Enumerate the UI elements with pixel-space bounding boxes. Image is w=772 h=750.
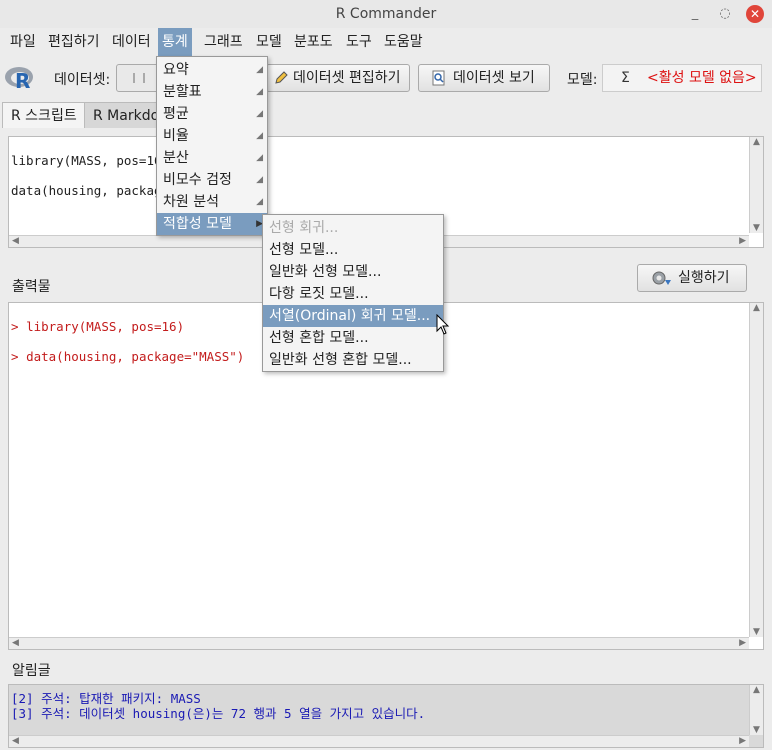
output-label: 출력물 xyxy=(12,279,51,295)
minimize-button[interactable]: _ xyxy=(686,5,704,23)
view-dataset-button[interactable]: 데이터셋 보기 xyxy=(418,64,550,92)
fit-menu-linear-model[interactable]: 선형 모델... xyxy=(263,239,443,261)
scroll-down-icon[interactable]: ▼ xyxy=(753,725,760,735)
stats-menu-proportions[interactable]: 비율 ◢ xyxy=(157,125,267,147)
scroll-right-icon[interactable]: ▶ xyxy=(739,236,746,246)
dataset-label: 데이터셋: xyxy=(54,72,111,88)
stats-menu-contingency-tables[interactable]: 분할표 ◢ xyxy=(157,81,267,103)
menu-distributions[interactable]: 분포도 xyxy=(290,28,337,56)
edit-dataset-button[interactable]: 데이터셋 편집하기 xyxy=(266,64,410,92)
stats-menu-variances[interactable]: 분산 ◢ xyxy=(157,147,267,169)
output-vertical-scrollbar[interactable]: ▲ ▼ xyxy=(749,303,763,637)
menu-help[interactable]: 도움말 xyxy=(380,28,427,56)
script-line: library(MASS, pos=16) xyxy=(11,153,170,168)
scroll-left-icon[interactable]: ◀ xyxy=(12,736,19,746)
fit-menu-generalized-linear-model[interactable]: 일반화 선형 모델... xyxy=(263,261,443,283)
mouse-cursor-icon xyxy=(436,314,450,335)
fit-menu-linear-regression: 선형 회귀... xyxy=(269,220,339,236)
statistics-menu: 요약 ◢ 분할표 ◢ 평균 ◢ 비율 ◢ 분산 ◢ 비모수 검정 ◢ 차원 분석 ◢ 적합성 … xyxy=(156,56,268,236)
fit-menu-generalized-linear-mixed-model[interactable]: 일반화 선형 혼합 모델... xyxy=(263,349,443,371)
scroll-left-icon[interactable]: ◀ xyxy=(12,638,19,648)
menu-graphs[interactable]: 그래프 xyxy=(200,28,247,56)
messages-pane[interactable]: [2] 주석: 탑재한 패키지: MASS [3] 주석: 데이터셋 housi… xyxy=(8,684,764,748)
window-title: R Commander xyxy=(335,6,437,22)
scroll-up-icon[interactable]: ▲ xyxy=(753,137,760,147)
edit-dataset-label: 데이터셋 편집하기 xyxy=(293,70,401,86)
fit-menu-multinomial-logit[interactable]: 다항 로짓 모델... xyxy=(263,283,443,305)
submenu-arrow-icon: ◢ xyxy=(256,197,263,207)
scroll-down-icon[interactable]: ▼ xyxy=(753,627,760,637)
submenu-arrow-icon: ◢ xyxy=(256,65,263,75)
restore-button[interactable]: ◌ xyxy=(716,5,734,23)
script-vertical-scrollbar[interactable]: ▲ ▼ xyxy=(749,137,763,233)
stats-menu-nonparametric[interactable]: 비모수 검정 ◢ xyxy=(157,169,267,191)
submenu-arrow-icon: ◢ xyxy=(256,175,263,185)
menu-statistics[interactable]: 통계 xyxy=(158,28,192,56)
submenu-arrow-icon: ◢ xyxy=(256,153,263,163)
script-line: data(housing, package xyxy=(11,183,170,198)
scroll-down-icon[interactable]: ▼ xyxy=(753,223,760,233)
sigma-icon: Σ xyxy=(621,70,630,86)
run-button[interactable]: 실행하기 xyxy=(637,264,747,292)
menu-bar: 파일 편집하기 데이터 통계 그래프 모델 분포도 도구 도움말 xyxy=(0,28,772,56)
model-label: 모델: xyxy=(567,72,598,88)
prompt-icon: > xyxy=(11,319,19,334)
r-logo-icon: R xyxy=(5,67,33,91)
scroll-up-icon[interactable]: ▲ xyxy=(753,685,760,695)
submenu-arrow-icon: ◢ xyxy=(256,131,263,141)
fit-menu-ordinal-regression[interactable]: 서열(Ordinal) 회귀 모델... xyxy=(263,305,443,327)
output-line: > library(MASS, pos=16) xyxy=(11,319,185,334)
prompt-icon: > xyxy=(11,349,19,364)
output-line: > data(housing, package="MASS") xyxy=(11,349,245,364)
view-dataset-label: 데이터셋 보기 xyxy=(453,70,535,86)
message-line: [3] 주석: 데이터셋 housing(은)는 72 행과 5 열을 가지고 … xyxy=(11,706,426,721)
stats-menu-dimensional-analysis[interactable]: 차원 분석 ◢ xyxy=(157,191,267,213)
title-bar: R Commander xyxy=(0,0,772,28)
toolbar: R 데이터셋: 데이터셋 편집하기 데이터셋 보기 모델: Σ <활성 모델 없… xyxy=(0,58,772,98)
stats-menu-summaries[interactable]: 요약 ◢ xyxy=(157,59,267,81)
output-horizontal-scrollbar[interactable]: ◀ ▶ xyxy=(9,637,749,649)
submenu-arrow-icon: ◢ xyxy=(256,109,263,119)
dataset-selector-icon xyxy=(133,73,145,83)
close-button[interactable]: ✕ xyxy=(746,5,764,23)
svg-text:R: R xyxy=(15,69,30,91)
gear-icon xyxy=(652,271,671,285)
scroll-up-icon[interactable]: ▲ xyxy=(753,303,760,313)
active-model-selector[interactable]: Σ <활성 모델 없음> xyxy=(602,64,762,92)
stats-menu-means[interactable]: 평균 ◢ xyxy=(157,103,267,125)
scroll-right-icon[interactable]: ▶ xyxy=(739,736,746,746)
submenu-arrow-icon: ◢ xyxy=(256,87,263,97)
messages-vertical-scrollbar[interactable]: ▲ ▼ xyxy=(749,685,763,735)
pencil-icon xyxy=(275,71,288,84)
scroll-right-icon[interactable]: ▶ xyxy=(739,638,746,648)
active-model-value: <활성 모델 없음> xyxy=(647,70,757,86)
scroll-left-icon[interactable]: ◀ xyxy=(12,236,19,246)
magnifier-icon xyxy=(432,70,445,86)
tab-r-script[interactable]: R 스크립트 xyxy=(2,102,86,128)
run-button-label: 실행하기 xyxy=(678,270,730,286)
dataset-selector[interactable] xyxy=(116,64,160,92)
fit-models-submenu: 선형 회귀... 선형 모델... 일반화 선형 모델... 다항 로짓 모델.… xyxy=(262,214,444,372)
fit-menu-linear-mixed-model[interactable]: 선형 혼합 모델... xyxy=(263,327,443,349)
messages-label: 알림글 xyxy=(12,663,51,679)
menu-data[interactable]: 데이터 xyxy=(108,28,155,56)
messages-horizontal-scrollbar[interactable]: ◀ ▶ xyxy=(9,735,749,747)
menu-edit[interactable]: 편집하기 xyxy=(44,28,104,56)
menu-tools[interactable]: 도구 xyxy=(342,28,376,56)
stats-menu-fit-models[interactable]: 적합성 모델 ▶ xyxy=(157,213,267,235)
menu-models[interactable]: 모델 xyxy=(252,28,286,56)
menu-file[interactable]: 파일 xyxy=(6,28,40,56)
